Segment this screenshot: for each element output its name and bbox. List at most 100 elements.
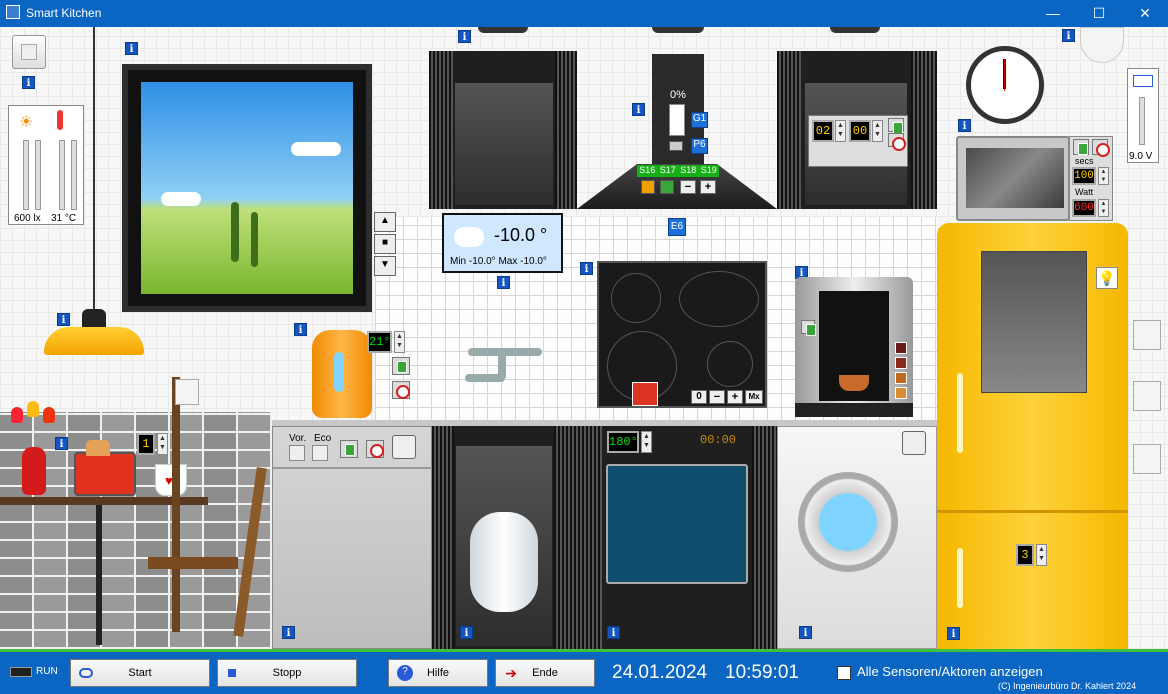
temp-slider-2[interactable] — [71, 140, 77, 210]
info-icon[interactable]: i — [580, 262, 593, 275]
wall-socket[interactable] — [1133, 444, 1161, 474]
timer-minutes-spinner[interactable]: ▲ ▼ — [872, 120, 883, 142]
microwave-stop-button[interactable] — [1092, 139, 1110, 157]
blinds-down-button[interactable]: ▼ — [374, 256, 396, 276]
info-icon[interactable]: i — [458, 30, 471, 43]
info-icon[interactable]: i — [55, 437, 68, 450]
coffee-option-2[interactable] — [895, 357, 907, 369]
sun-icon: ☀ — [19, 114, 34, 131]
info-icon[interactable]: i — [947, 627, 960, 640]
lower-cabinet[interactable] — [454, 426, 554, 649]
lux-slider-2[interactable] — [35, 140, 41, 210]
dishwasher-eco-button[interactable] — [312, 445, 328, 461]
close-button[interactable]: ✕ — [1122, 0, 1168, 27]
hood-percent: 0% — [670, 89, 686, 101]
weather-temp: -10.0 ° — [494, 225, 548, 245]
exit-icon: ➔ — [505, 665, 517, 681]
kettle-start-button[interactable] — [392, 357, 410, 375]
fridge-level-spinner[interactable]: ▲ ▼ — [1036, 544, 1047, 566]
info-icon[interactable]: i — [607, 626, 620, 639]
temp-slider[interactable] — [59, 140, 65, 210]
info-icon[interactable]: i — [497, 276, 510, 289]
cooktop-minus-button[interactable]: − — [709, 390, 725, 404]
microwave-secs: 100 — [1072, 167, 1096, 185]
hood-minus-button[interactable]: − — [680, 180, 696, 194]
maximize-button[interactable]: ☐ — [1076, 0, 1122, 27]
hood-sensor-strip: S16 S17 S18 S19 — [637, 165, 719, 177]
hood-fan-button[interactable] — [660, 180, 674, 194]
hood-s18: S18 — [680, 165, 697, 175]
dishwasher-start-button[interactable] — [340, 440, 358, 458]
timer-stop-button[interactable] — [888, 133, 906, 151]
hood-filter-icon — [669, 141, 683, 151]
wall-switch[interactable] — [1133, 320, 1161, 350]
info-icon[interactable]: i — [282, 626, 295, 639]
kettle-temp-spinner[interactable]: ▲ ▼ — [394, 331, 405, 353]
ende-button[interactable]: ➔ Ende — [495, 659, 595, 687]
microwave[interactable] — [956, 136, 1070, 221]
microwave-secs-spinner[interactable]: ▲ ▼ — [1098, 167, 1109, 185]
cooktop[interactable] — [597, 261, 767, 408]
start-button[interactable]: Start — [70, 659, 210, 687]
info-icon[interactable]: i — [1062, 29, 1075, 42]
battery-icon — [1133, 75, 1153, 87]
oven-door[interactable] — [606, 464, 748, 584]
cabinet-grille — [555, 51, 577, 209]
info-icon[interactable]: i — [125, 42, 138, 55]
wall-switch[interactable] — [1133, 381, 1161, 411]
ceiling-lamp[interactable] — [44, 327, 144, 355]
dishwasher-knob[interactable] — [392, 435, 416, 459]
stopp-button[interactable]: Stopp — [217, 659, 357, 687]
spotlight — [830, 27, 880, 33]
blinds-stop-button[interactable]: ■ — [374, 234, 396, 254]
battery-panel: 9.0 V — [1127, 68, 1159, 163]
microwave-start-button[interactable] — [1073, 139, 1089, 155]
timer-minutes: 00 — [849, 120, 871, 142]
timer-start-button[interactable] — [888, 118, 904, 134]
chair — [172, 377, 180, 632]
coffee-option-4[interactable] — [895, 387, 907, 399]
oven-temp-spinner[interactable]: ▲ ▼ — [641, 431, 652, 453]
cooktop-plus-button[interactable]: + — [727, 390, 743, 404]
toaster-level-spinner[interactable]: ▲ ▼ — [157, 433, 168, 455]
info-icon[interactable]: i — [799, 626, 812, 639]
kettle[interactable] — [312, 330, 372, 418]
info-icon[interactable]: i — [294, 323, 307, 336]
hood-plus-button[interactable]: + — [700, 180, 716, 194]
cooktop-max-button[interactable]: Mx — [745, 390, 763, 404]
cooktop-zone-selector[interactable] — [632, 382, 658, 406]
upper-cabinet-left[interactable] — [453, 51, 555, 209]
faucet[interactable] — [460, 344, 550, 392]
hood-light-button[interactable] — [641, 180, 655, 194]
info-icon[interactable]: i — [632, 103, 645, 116]
voltage-slider[interactable] — [1139, 97, 1145, 145]
wall-switch[interactable] — [175, 379, 199, 405]
coffee-start-button[interactable] — [801, 320, 816, 336]
wall-switch[interactable] — [12, 35, 46, 69]
info-icon[interactable]: i — [22, 76, 35, 89]
blinds-up-button[interactable]: ▲ — [374, 212, 396, 232]
toaster[interactable] — [74, 440, 136, 496]
show-all-checkbox[interactable] — [837, 666, 851, 680]
hood-g1-label: G1 — [691, 112, 708, 128]
info-icon[interactable]: i — [460, 626, 473, 639]
lux-slider[interactable] — [23, 140, 29, 210]
minimize-button[interactable]: — — [1030, 0, 1076, 27]
chair-seat — [148, 557, 238, 569]
coffee-option-1[interactable] — [895, 342, 907, 354]
timer-hours-spinner[interactable]: ▲ ▼ — [835, 120, 846, 142]
hilfe-button[interactable]: ? Hilfe — [388, 659, 488, 687]
window[interactable] — [122, 64, 372, 312]
dishwasher-vor-button[interactable] — [289, 445, 305, 461]
info-icon[interactable]: i — [958, 119, 971, 132]
washer-knob[interactable] — [902, 431, 926, 455]
microwave-watt-spinner[interactable]: ▲ ▼ — [1098, 199, 1109, 217]
water-heater[interactable] — [470, 512, 538, 612]
washing-machine[interactable] — [777, 426, 937, 649]
bulb-icon[interactable]: 💡 — [1096, 267, 1118, 289]
info-icon[interactable]: i — [57, 313, 70, 326]
coffee-option-3[interactable] — [895, 372, 907, 384]
thermometer-icon — [57, 110, 63, 130]
dishwasher-stop-button[interactable] — [366, 440, 384, 458]
kettle-stop-button[interactable] — [392, 381, 410, 399]
